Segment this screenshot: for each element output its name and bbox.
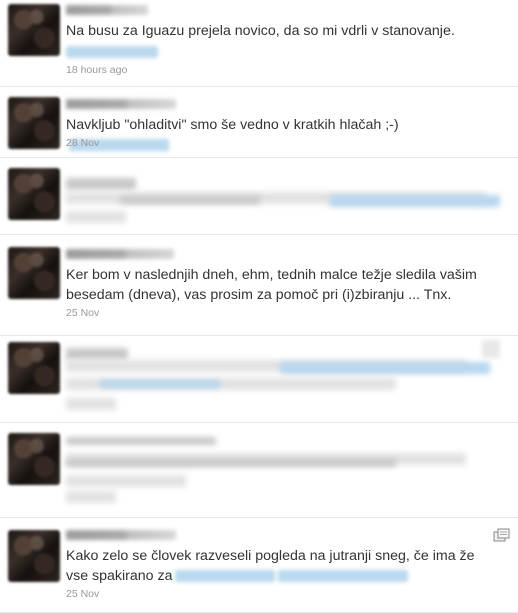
- blurred-link: [280, 362, 490, 374]
- tweet-text: Kako zelo se človek razveseli pogleda na…: [66, 548, 475, 584]
- blurred-author-name: [66, 437, 216, 445]
- tweet-item: Ker bom v naslednjih dneh, ehm, tednih m…: [0, 235, 518, 336]
- avatar[interactable]: [8, 530, 60, 582]
- url-link[interactable]: [278, 570, 409, 583]
- blurred-text: [66, 491, 116, 503]
- tweet-text: Na busu za Iguazu prejela novico, da so …: [66, 21, 496, 61]
- tweet-item: [0, 423, 518, 518]
- blurred-text: [66, 459, 396, 467]
- tweet-item: [0, 336, 518, 423]
- blurred-link: [330, 195, 500, 207]
- blurred-author-name: [66, 178, 136, 190]
- tweet-timestamp[interactable]: 18 hours ago: [66, 63, 127, 77]
- hashtag-link[interactable]: [66, 46, 158, 59]
- blurred-author-name: [66, 348, 128, 360]
- tweet-timestamp[interactable]: 25 Nov: [66, 306, 99, 320]
- author-name[interactable]: [66, 530, 176, 540]
- avatar[interactable]: [8, 247, 60, 299]
- author-name[interactable]: [66, 5, 148, 15]
- blurred-action-icon: [482, 340, 500, 358]
- author-name[interactable]: [66, 249, 174, 259]
- blurred-text: [66, 398, 116, 410]
- avatar[interactable]: [8, 342, 60, 394]
- blurred-text: [66, 475, 186, 487]
- tweet-item: Navkljub "ohladitvi" smo še vedno v krat…: [0, 87, 518, 158]
- tweet-text: Navkljub "ohladitvi" smo še vedno v krat…: [66, 115, 496, 155]
- avatar[interactable]: [8, 168, 60, 220]
- tweet-timestamp[interactable]: 25 Nov: [66, 587, 99, 601]
- tweet-text: Ker bom v naslednjih dneh, ehm, tednih m…: [66, 267, 477, 303]
- tweet-item: [0, 158, 518, 235]
- tweet-item: Na busu za Iguazu prejela novico, da so …: [0, 0, 518, 87]
- author-name[interactable]: [66, 99, 176, 109]
- tweet-item: Kako zelo se človek razveseli pogleda na…: [0, 518, 518, 613]
- avatar[interactable]: [8, 433, 60, 485]
- avatar[interactable]: [8, 97, 60, 149]
- tweet-timestamp[interactable]: 28 Nov: [66, 136, 99, 150]
- tweet-feed: Na busu za Iguazu prejela novico, da so …: [0, 0, 518, 613]
- blurred-text: [120, 196, 260, 204]
- hashtag-link[interactable]: [175, 570, 276, 583]
- avatar[interactable]: [8, 4, 60, 56]
- retweet-icon[interactable]: [493, 528, 510, 543]
- blurred-link: [100, 380, 220, 388]
- blurred-text: [66, 211, 126, 223]
